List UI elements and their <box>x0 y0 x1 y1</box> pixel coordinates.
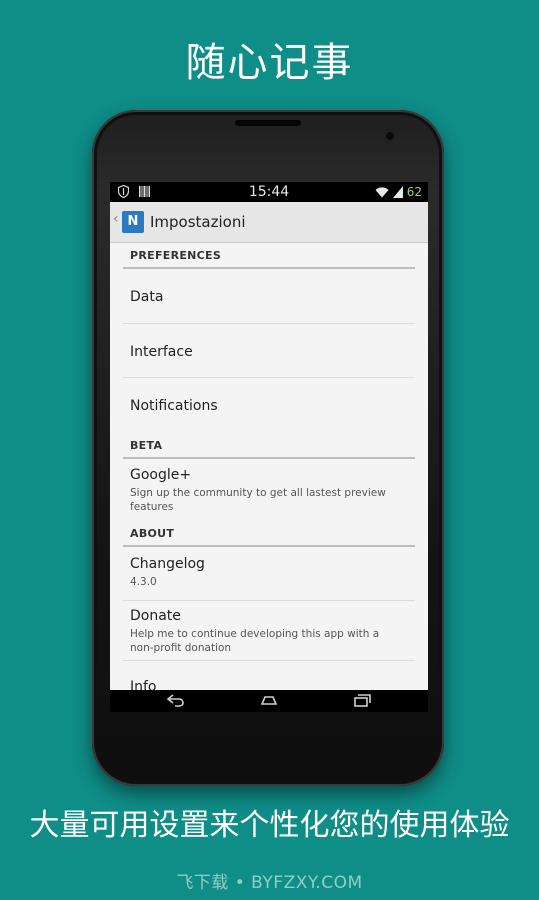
page-title: Impostazioni <box>150 213 246 231</box>
pref-summary: Help me to continue developing this app … <box>130 628 380 654</box>
up-chevron-icon[interactable]: ‹ <box>113 211 119 227</box>
app-icon[interactable]: N <box>122 211 144 233</box>
back-icon[interactable] <box>166 692 186 708</box>
pref-item-changelog[interactable]: Changelog 4.3.0 <box>123 547 415 600</box>
settings-list: PREFERENCES Data Interface Notifications… <box>110 243 428 690</box>
status-bar: 15:44 62 <box>110 182 428 202</box>
pref-title: Info <box>130 679 157 690</box>
section-header-preferences: PREFERENCES <box>123 243 415 269</box>
home-icon[interactable] <box>259 692 279 708</box>
battery-level: 62 <box>406 185 422 199</box>
pref-summary: Sign up the community to get all lastest… <box>130 487 386 513</box>
section-header-about: ABOUT <box>123 521 415 547</box>
phone-screen: 15:44 62 ‹ N Impostazioni PREFERENCES Da… <box>110 182 428 712</box>
pref-title: Notifications <box>130 398 218 414</box>
pref-title: Interface <box>130 344 193 360</box>
earpiece <box>235 120 301 126</box>
pref-item-notifications[interactable]: Notifications <box>123 378 415 431</box>
pref-item-donate[interactable]: Donate Help me to continue developing th… <box>123 601 415 660</box>
pref-item-info[interactable]: Info <box>123 661 415 690</box>
navigation-bar <box>110 690 428 712</box>
watermark: 飞下载 • BYFZXY.COM <box>176 873 363 893</box>
pref-title: Data <box>130 289 164 305</box>
pref-title: Changelog <box>130 556 205 572</box>
pref-title: Donate <box>130 608 181 624</box>
pref-summary: 4.3.0 <box>130 576 157 588</box>
signal-icon <box>392 186 403 198</box>
pref-title: Google+ <box>130 467 192 483</box>
pref-item-interface[interactable]: Interface <box>123 324 415 377</box>
recents-icon[interactable] <box>352 692 372 708</box>
promo-caption: 大量可用设置来个性化您的使用体验 <box>29 808 510 843</box>
promo-headline: 随心记事 <box>185 40 354 86</box>
section-header-beta: BETA <box>123 433 415 459</box>
wifi-icon <box>375 187 389 198</box>
pref-item-google-plus[interactable]: Google+ Sign up the community to get all… <box>123 459 415 517</box>
pref-item-data[interactable]: Data <box>123 269 415 323</box>
front-camera <box>384 130 396 142</box>
action-bar: ‹ N Impostazioni <box>110 202 428 243</box>
